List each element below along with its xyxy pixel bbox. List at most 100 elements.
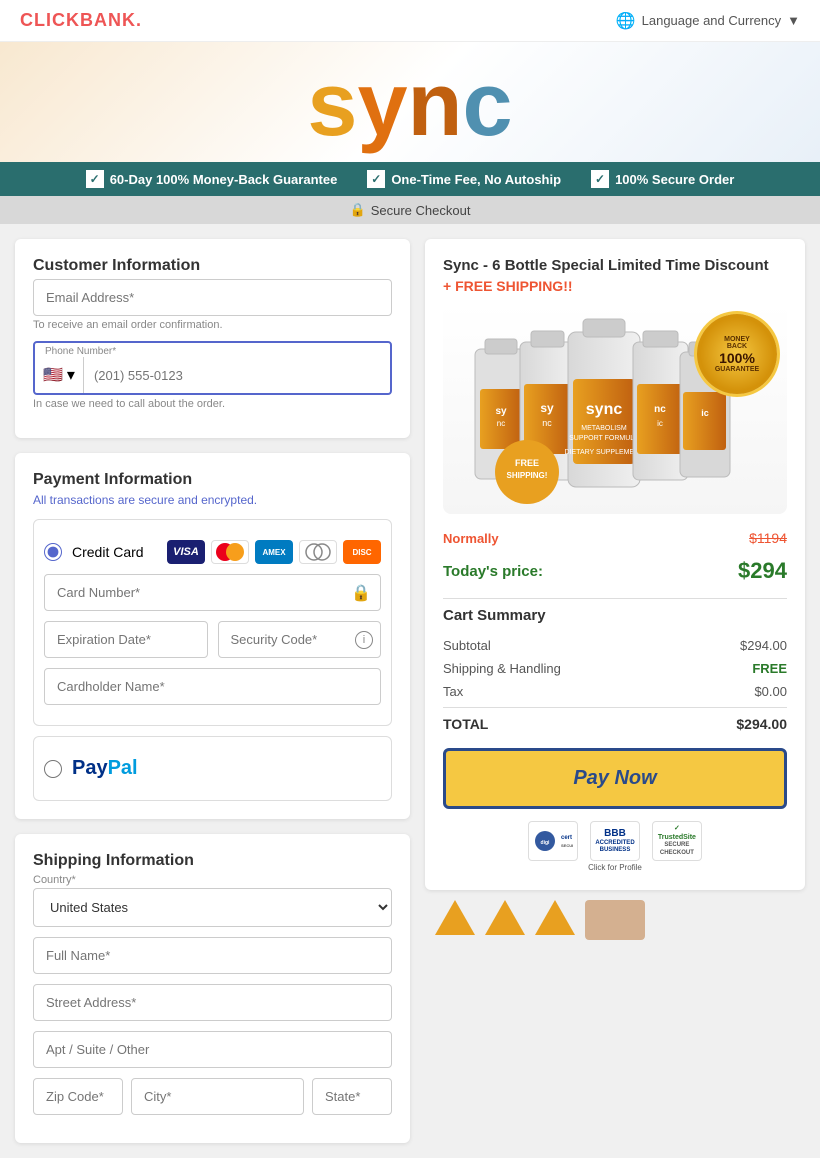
- paypal-logo: PayPal: [72, 757, 138, 780]
- arrow-up-2: [485, 900, 525, 935]
- clickbank-logo: CLICKBANK.: [20, 10, 142, 31]
- svg-text:ic: ic: [657, 419, 663, 428]
- visa-logo: VISA: [167, 540, 205, 564]
- email-hint: To receive an email order confirmation.: [33, 319, 392, 331]
- street-group: [33, 984, 392, 1021]
- hero-section: sync: [0, 42, 820, 162]
- city-group: [131, 1078, 304, 1115]
- digicert-badge: digi cert SECURED: [528, 821, 578, 872]
- arrow-up-3: [535, 900, 575, 935]
- cardholder-input[interactable]: [44, 668, 381, 705]
- left-column: Customer Information To receive an email…: [15, 239, 410, 1143]
- flag-arrow: ▾: [67, 365, 75, 385]
- svg-text:nc: nc: [497, 419, 505, 428]
- svg-text:nc: nc: [654, 404, 666, 415]
- svg-text:SHIPPING!: SHIPPING!: [507, 471, 548, 480]
- svg-text:METABOLISM: METABOLISM: [581, 425, 627, 432]
- credit-card-radio-row[interactable]: Credit Card VISA AMEX DISC: [44, 530, 381, 574]
- expiry-input[interactable]: [44, 621, 208, 658]
- fullname-group: [33, 937, 392, 974]
- total-label: TOTAL: [443, 716, 488, 732]
- state-input[interactable]: [312, 1078, 392, 1115]
- paypal-radio[interactable]: [44, 760, 62, 778]
- email-input[interactable]: [33, 279, 392, 316]
- customer-info-card: Customer Information To receive an email…: [15, 239, 410, 438]
- bbb-icon: BBB ACCREDITED BUSINESS: [590, 821, 640, 861]
- credit-card-option: Credit Card VISA AMEX DISC 🔒: [33, 519, 392, 726]
- right-column: Sync - 6 Bottle Special Limited Time Dis…: [425, 239, 805, 1143]
- thumbnail-1: [585, 900, 645, 940]
- money-back-badge: MONEY BACK 100% GUARANTEE: [697, 314, 777, 394]
- lock-icon: 🔒: [351, 583, 371, 603]
- svg-text:DIETARY SUPPLEMENT: DIETARY SUPPLEMENT: [565, 449, 645, 456]
- normally-price: $1194: [749, 530, 787, 546]
- product-image-area: MONEY BACK 100% GUARANTEE: [443, 304, 787, 514]
- apt-group: [33, 1031, 392, 1068]
- zip-input[interactable]: [33, 1078, 123, 1115]
- country-select[interactable]: United States: [33, 888, 392, 927]
- price-divider: [443, 598, 787, 599]
- svg-text:SUPPORT FORMULA: SUPPORT FORMULA: [569, 435, 639, 442]
- trust-badges: digi cert SECURED BBB ACCREDITED BUSINES…: [443, 821, 787, 872]
- paypal-radio-row[interactable]: PayPal: [44, 747, 381, 790]
- street-input[interactable]: [33, 984, 392, 1021]
- tax-value: $0.00: [754, 684, 787, 699]
- main-content: Customer Information To receive an email…: [0, 224, 820, 1158]
- city-input[interactable]: [131, 1078, 304, 1115]
- card-number-input[interactable]: [44, 574, 381, 611]
- total-row: TOTAL $294.00: [443, 707, 787, 736]
- card-logos: VISA AMEX DISC: [167, 540, 381, 564]
- fullname-input[interactable]: [33, 937, 392, 974]
- svg-text:FREE: FREE: [515, 458, 539, 468]
- mastercard-logo: [211, 540, 249, 564]
- svg-text:cert: cert: [561, 835, 572, 841]
- credit-card-radio[interactable]: [44, 543, 62, 561]
- svg-text:ic: ic: [701, 408, 709, 418]
- language-currency-button[interactable]: 🌐 Language and Currency ▼: [616, 11, 800, 31]
- guarantee-banner: ✓ 60-Day 100% Money-Back Guarantee ✓ One…: [0, 162, 820, 196]
- svg-text:digi: digi: [541, 840, 550, 846]
- state-group: [312, 1078, 392, 1115]
- checkmark-icon-1: ✓: [86, 170, 104, 188]
- trustedsite-icon: ✓ TrustedSite SECURE CHECKOUT: [652, 821, 702, 861]
- bbb-badge: BBB ACCREDITED BUSINESS Click for Profil…: [588, 821, 642, 872]
- paypal-option[interactable]: PayPal: [33, 736, 392, 801]
- diners-logo: [299, 540, 337, 564]
- shipping-value: FREE: [752, 661, 787, 676]
- shipping-label: Shipping & Handling: [443, 661, 561, 676]
- payment-subtitle: All transactions are secure and encrypte…: [33, 493, 392, 507]
- phone-label: Phone Number*: [35, 343, 390, 357]
- phone-group: Phone Number* 🇺🇸 ▾ In case we need to ca…: [33, 341, 392, 410]
- pay-now-button[interactable]: Pay Now: [443, 748, 787, 809]
- today-price-row: Today's price: $294: [443, 552, 787, 590]
- info-icon: i: [355, 631, 373, 649]
- security-group: i: [218, 621, 382, 658]
- subtotal-value: $294.00: [740, 638, 787, 653]
- secure-bar: 🔒 Secure Checkout: [0, 196, 820, 224]
- phone-wrapper: Phone Number* 🇺🇸 ▾: [33, 341, 392, 395]
- apt-input[interactable]: [33, 1031, 392, 1068]
- customer-info-title: Customer Information: [33, 257, 392, 275]
- tax-row: Tax $0.00: [443, 680, 787, 703]
- zip-city-state-row: [33, 1078, 392, 1125]
- email-group: To receive an email order confirmation.: [33, 279, 392, 331]
- phone-input-row: 🇺🇸 ▾: [35, 357, 390, 393]
- trustedsite-badge: ✓ TrustedSite SECURE CHECKOUT: [652, 821, 702, 872]
- phone-input[interactable]: [84, 360, 390, 391]
- phone-flag: 🇺🇸 ▾: [35, 357, 84, 393]
- zip-group: [33, 1078, 123, 1115]
- shipping-row: Shipping & Handling FREE: [443, 657, 787, 680]
- product-title: Sync - 6 Bottle Special Limited Time Dis…: [443, 257, 787, 274]
- svg-text:sy: sy: [540, 401, 554, 415]
- guarantee-item-3: ✓ 100% Secure Order: [591, 170, 734, 188]
- cardholder-group: [44, 668, 381, 705]
- shipping-title: Shipping Information: [33, 852, 392, 870]
- tax-label: Tax: [443, 684, 463, 699]
- guarantee-item-1: ✓ 60-Day 100% Money-Back Guarantee: [86, 170, 338, 188]
- digicert-icon: digi cert SECURED: [528, 821, 578, 861]
- guarantee-item-2: ✓ One-Time Fee, No Autoship: [367, 170, 561, 188]
- globe-icon: 🌐: [616, 11, 636, 31]
- country-select-wrapper: United States: [33, 888, 392, 927]
- bottom-section: [425, 890, 805, 950]
- product-card: Sync - 6 Bottle Special Limited Time Dis…: [425, 239, 805, 890]
